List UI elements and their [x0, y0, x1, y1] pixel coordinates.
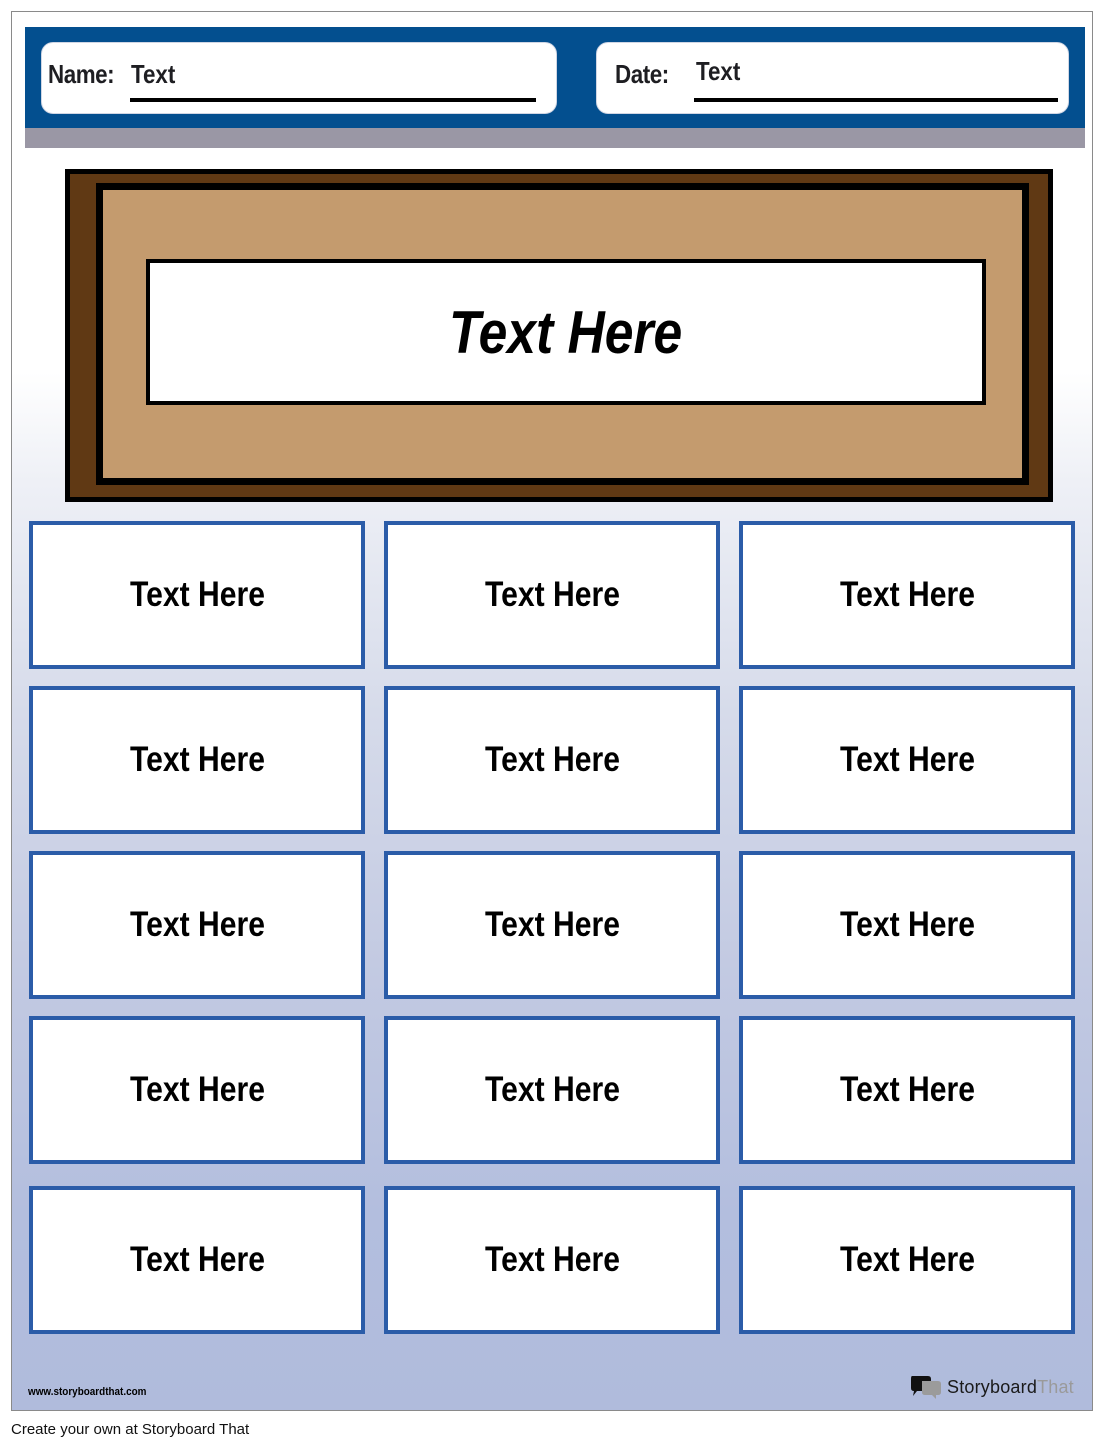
- title-text: Text Here: [449, 298, 683, 366]
- grid-cell[interactable]: Text Here: [739, 851, 1075, 999]
- cell-text: Text Here: [129, 740, 265, 779]
- cell-text: Text Here: [839, 740, 975, 779]
- header-divider: [25, 128, 1085, 148]
- grid-cell[interactable]: Text Here: [384, 521, 720, 669]
- worksheet: Name: Text Date: Text Text Here Text Her…: [11, 11, 1093, 1411]
- cell-text: Text Here: [484, 1240, 620, 1279]
- grid-cell[interactable]: Text Here: [29, 1016, 365, 1164]
- name-field[interactable]: Name: Text: [41, 42, 557, 114]
- cell-text: Text Here: [484, 905, 620, 944]
- title-frame-mat: Text Here: [96, 183, 1029, 485]
- date-field[interactable]: Date: Text: [596, 42, 1069, 114]
- grid-cell[interactable]: Text Here: [29, 521, 365, 669]
- grid-cell[interactable]: Text Here: [29, 851, 365, 999]
- name-label: Name:: [48, 59, 115, 89]
- cell-text: Text Here: [839, 575, 975, 614]
- grid-cell[interactable]: Text Here: [384, 851, 720, 999]
- footer-caption[interactable]: Create your own at Storyboard That: [11, 1421, 249, 1438]
- grid-cell[interactable]: Text Here: [384, 1016, 720, 1164]
- cell-text: Text Here: [839, 1240, 975, 1279]
- brand-name-secondary: That: [1037, 1376, 1074, 1397]
- grid-cell[interactable]: Text Here: [739, 521, 1075, 669]
- grid-cell[interactable]: Text Here: [739, 1186, 1075, 1334]
- cell-text: Text Here: [129, 575, 265, 614]
- cell-text: Text Here: [129, 905, 265, 944]
- brand-name-primary: Storyboard: [947, 1376, 1038, 1397]
- grid-cell[interactable]: Text Here: [384, 1186, 720, 1334]
- grid-cell[interactable]: Text Here: [29, 686, 365, 834]
- cell-text: Text Here: [839, 905, 975, 944]
- grid-cell[interactable]: Text Here: [29, 1186, 365, 1334]
- cell-text: Text Here: [839, 1070, 975, 1109]
- date-value[interactable]: Text: [696, 56, 740, 87]
- cell-text: Text Here: [484, 1070, 620, 1109]
- cell-text: Text Here: [484, 575, 620, 614]
- title-frame: Text Here: [65, 169, 1053, 502]
- title-box[interactable]: Text Here: [146, 259, 986, 405]
- grid-cell[interactable]: Text Here: [739, 686, 1075, 834]
- grid-cell[interactable]: Text Here: [739, 1016, 1075, 1164]
- speech-bubbles-icon: [909, 1374, 943, 1400]
- date-label: Date:: [615, 59, 669, 89]
- date-underline: [694, 98, 1058, 102]
- cell-text: Text Here: [129, 1070, 265, 1109]
- grid-cell[interactable]: Text Here: [384, 686, 720, 834]
- site-url[interactable]: www.storyboardthat.com: [28, 1386, 146, 1398]
- storyboardthat-logo[interactable]: Storyboard That: [909, 1374, 1074, 1400]
- cell-text: Text Here: [129, 1240, 265, 1279]
- name-value[interactable]: Text: [131, 59, 175, 90]
- name-underline: [130, 98, 536, 102]
- cell-text: Text Here: [484, 740, 620, 779]
